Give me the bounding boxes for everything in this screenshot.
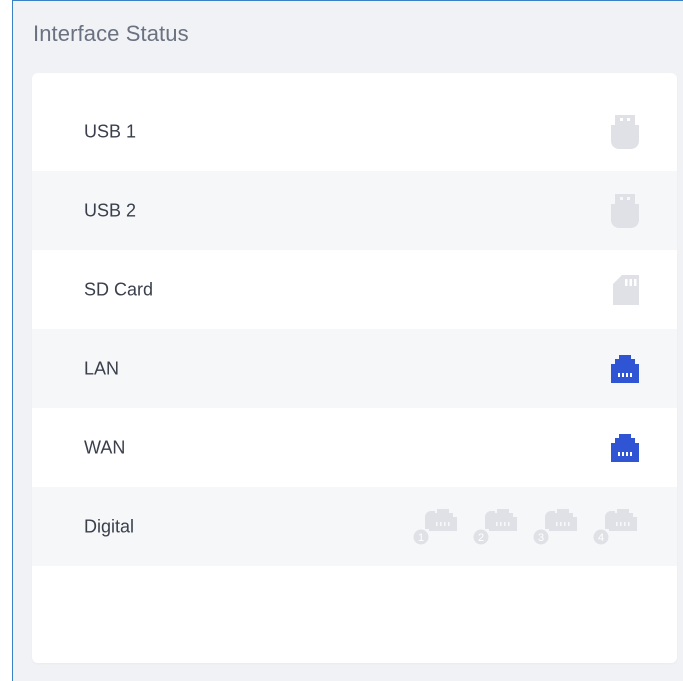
digital-port-number: 4 <box>598 532 604 544</box>
interface-label: USB 2 <box>84 200 137 220</box>
interface-list: USB 1 USB 2 SD Card LAN WAN Digital 1 2 … <box>32 92 677 566</box>
interface-status-panel: Interface Status USB 1 USB 2 SD Card LAN… <box>12 0 683 681</box>
ethernet-port-icon <box>611 433 639 462</box>
digital-port-icon: 4 <box>593 508 637 544</box>
digital-port-icon: 2 <box>473 508 517 544</box>
interface-label: WAN <box>84 437 126 457</box>
digital-port-1: 1 <box>413 508 459 545</box>
digital-port-icon: 3 <box>533 508 577 544</box>
usb-icon <box>611 114 639 149</box>
interface-row-digital: Digital 1 2 3 4 <box>32 487 677 566</box>
interface-label: LAN <box>84 358 120 378</box>
interface-label: USB 1 <box>84 121 137 141</box>
digital-port-3: 3 <box>533 508 579 545</box>
interface-status-icons: 1 2 3 4 <box>413 508 639 545</box>
sd-card-icon <box>613 274 639 305</box>
usb-icon <box>611 193 639 228</box>
interface-row-usb1: USB 1 <box>32 92 677 171</box>
interface-row-lan: LAN <box>32 329 677 408</box>
digital-port-icon: 1 <box>413 508 457 544</box>
digital-port-number: 2 <box>478 532 484 544</box>
interface-row-usb2: USB 2 <box>32 171 677 250</box>
digital-port-number: 1 <box>418 532 424 544</box>
interface-status-icons <box>611 354 639 383</box>
digital-port-4: 4 <box>593 508 639 545</box>
interface-status-icons <box>611 193 639 228</box>
interface-status-icons <box>611 433 639 462</box>
interface-row-wan: WAN <box>32 408 677 487</box>
interface-status-icons <box>613 274 639 305</box>
interface-status-card: USB 1 USB 2 SD Card LAN WAN Digital 1 2 … <box>32 73 677 663</box>
interface-label: Digital <box>84 516 135 536</box>
interface-label: SD Card <box>84 279 154 299</box>
digital-port-number: 3 <box>538 532 544 544</box>
interface-row-sd-card: SD Card <box>32 250 677 329</box>
interface-status-icons <box>611 114 639 149</box>
ethernet-port-icon <box>611 354 639 383</box>
panel-title: Interface Status <box>33 21 189 46</box>
digital-port-2: 2 <box>473 508 519 545</box>
